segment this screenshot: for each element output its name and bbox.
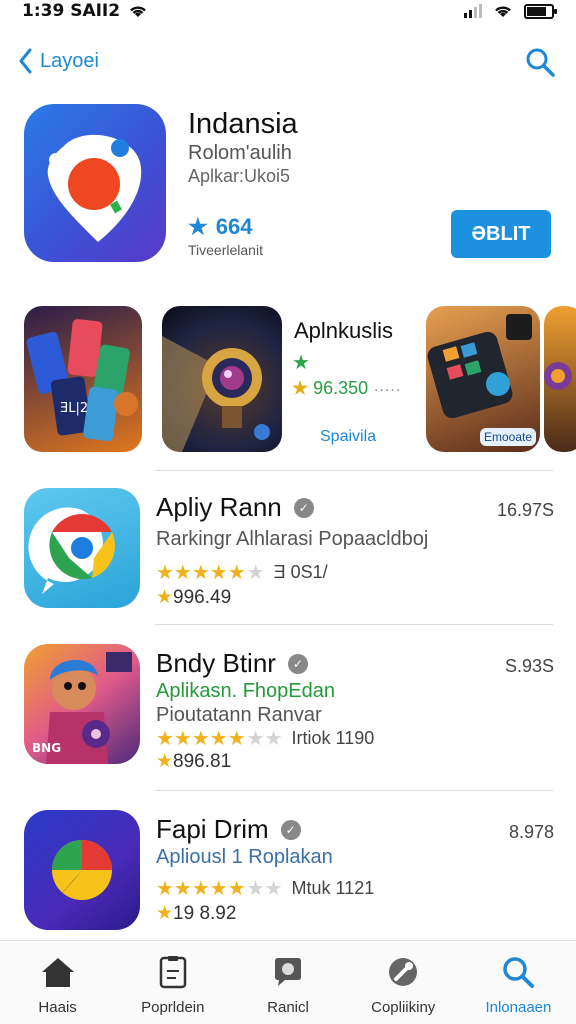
app-size: 8.978 (508, 822, 554, 842)
app-icon[interactable] (24, 104, 166, 262)
rating-label: Tiveerlelanit (188, 242, 263, 258)
search-icon (503, 957, 535, 988)
app-icon-text: BNG (32, 741, 61, 755)
app-score-value: 19 8.92 (173, 903, 237, 924)
divider (155, 790, 553, 791)
tab-label: Haais (38, 999, 77, 1016)
card-dots: ..... (374, 378, 402, 395)
star-rating: ★★★★★ ★★ Mtuk 1121 (156, 878, 375, 900)
chrome-icon (28, 507, 115, 594)
wifi-icon (130, 6, 146, 17)
screenshot-4[interactable] (544, 306, 576, 452)
screenshot-carousel[interactable]: ƎL|2 Aplnkuslis ★ ★ 96.350 ..... Spaivil… (0, 306, 576, 454)
app-developer: Rolom'aulih (188, 142, 292, 164)
tab-home[interactable]: Haais (0, 941, 115, 1024)
rating-count: Ǝ 0S1/ (273, 562, 328, 582)
back-button[interactable]: Layoei (18, 48, 99, 74)
tab-bar: Haais Poprldein Ranicl Copliikiny Inlona… (0, 940, 576, 1024)
screenshot-card[interactable]: Aplnkuslis ★ ★ 96.350 ..... Spaivila (286, 306, 416, 452)
app-description: Rarkingr Alhlarasi Popaacldboj (156, 528, 429, 550)
tab-search[interactable]: Inlonaaen (461, 941, 576, 1024)
app-score: ★19 8.92 (156, 903, 237, 924)
character-icon: BNG (32, 652, 132, 764)
star-icon: ★ (188, 214, 208, 239)
status-time: 1:39 SAII2 (22, 1, 121, 21)
map-pin-icon (47, 134, 142, 242)
app-name: Bndy Btinr ✓ (156, 648, 308, 679)
telescope-illustration (162, 336, 270, 452)
app-subdescription: Pioutatann Ranvar (156, 704, 322, 726)
compass-icon (40, 826, 120, 918)
app-icon[interactable] (24, 488, 140, 608)
app-rating: ★ 664 (188, 214, 252, 240)
app-name: Fapi Drim ✓ (156, 814, 301, 845)
tab-label: Poprldein (141, 999, 205, 1016)
chat-icon (275, 958, 301, 986)
card-rating-value: 96.350 (313, 378, 369, 398)
card-star-icon: ★ (292, 352, 310, 374)
verified-icon: ✓ (287, 653, 308, 674)
battery-icon (524, 3, 557, 19)
status-bar: 1:39 SAII2 (0, 0, 576, 22)
star-rating: ★★★★★ ★★ Irtiok 1190 (156, 728, 375, 750)
tools-icon (389, 958, 418, 986)
screenshot-3-label: Emooate (480, 428, 537, 446)
app-size: 16.97S (496, 500, 554, 520)
document-icon (159, 956, 187, 989)
app-name: Apliy Rann ✓ (156, 492, 314, 523)
app-description: Apliousl 1 Roplakan (156, 846, 333, 868)
star-rating: ★★★★★ ★ Ǝ 0S1/ (156, 562, 328, 584)
verified-icon: ✓ (293, 497, 314, 518)
app-size: S.93S (504, 656, 554, 676)
get-button[interactable]: ƏBLIT (451, 210, 551, 258)
app-title: Indansia (188, 108, 298, 140)
tab-label: Copliikiny (371, 999, 436, 1016)
card-link[interactable]: Spaivila (320, 428, 376, 446)
app-category: Aplkar:Ukoi5 (188, 166, 291, 186)
tab-label: Ranicl (267, 999, 309, 1016)
app-score-value: 896.81 (173, 751, 232, 772)
screenshot-3[interactable]: Emooate (426, 306, 540, 452)
tab-documents[interactable]: Poprldein (115, 941, 230, 1024)
nav-bar: Layoei (0, 40, 576, 90)
list-item[interactable]: Apliy Rann ✓ 16.97S Rarkingr Alhlarasi Po… (24, 488, 554, 618)
list-item[interactable]: Fapi Drim ✓ 8.978 Apliousl 1 Roplakan ★★★… (24, 810, 554, 940)
card-rating: ★ 96.350 (292, 378, 369, 398)
featured-app: Indansia Rolom'aulih Aplkar:Ukoi5 ★ 664 … (24, 104, 554, 264)
app-name-text: Apliy Rann (156, 492, 282, 522)
tab-chat[interactable]: Ranicl (230, 941, 345, 1024)
app-icon[interactable] (24, 810, 140, 930)
app-score-value: 996.49 (173, 587, 232, 608)
list-item[interactable]: BNG Bndy Btinr ✓ S.93S Aplikasn. FhopEdan… (24, 644, 554, 774)
app-score: ★996.49 (156, 587, 232, 608)
screenshot-1-text: ƎL|2 (60, 401, 88, 416)
app-description: Aplikasn. FhopEdan (156, 680, 336, 702)
back-label: Layoei (40, 49, 99, 72)
wifi-icon-right (495, 6, 511, 17)
tab-tools[interactable]: Copliikiny (346, 941, 461, 1024)
phones-illustration: ƎL|2 (26, 319, 138, 442)
search-icon[interactable] (524, 46, 556, 78)
tab-label: Inlonaaen (485, 999, 552, 1016)
rating-count: Mtuk 1121 (291, 878, 375, 898)
app-icon[interactable]: BNG (24, 644, 140, 764)
verified-icon: ✓ (280, 819, 301, 840)
card-title: Aplnkuslis (294, 318, 394, 343)
app-name-text: Bndy Btinr (156, 648, 276, 678)
app-score: ★896.81 (156, 751, 232, 772)
rating-value: 664 (215, 214, 253, 239)
chevron-left-icon (19, 48, 32, 74)
rating-count: Irtiok 1190 (291, 728, 375, 748)
partial-illustration (544, 362, 572, 390)
home-icon (41, 958, 74, 987)
signal-icon (464, 4, 482, 18)
screenshot-2[interactable] (162, 306, 282, 452)
divider (155, 624, 553, 625)
screenshot-1[interactable]: ƎL|2 (24, 306, 142, 452)
app-name-text: Fapi Drim (156, 814, 269, 844)
divider (155, 470, 553, 471)
